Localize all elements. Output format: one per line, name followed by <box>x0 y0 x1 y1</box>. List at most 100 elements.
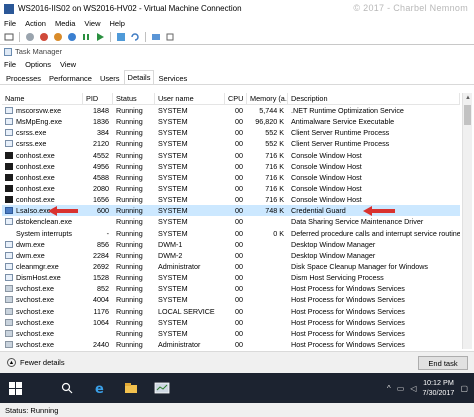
cell-desc: .NET Runtime Optimization Service <box>291 106 404 116</box>
internet-explorer-icon[interactable]: e <box>94 381 108 395</box>
share-icon[interactable] <box>165 32 175 42</box>
process-name: csrss.exe <box>16 139 47 149</box>
search-icon[interactable] <box>60 381 74 395</box>
table-row[interactable]: conhost.exe 4552 Running SYSTEM 00 716 K Conso… <box>2 150 460 161</box>
table-row[interactable]: dwm.exe 856 Running DWM-1 00 Desktop Window M… <box>2 239 460 250</box>
table-row[interactable]: svchost.exe 852 Running SYSTEM 00 Host Proces… <box>2 283 460 294</box>
cell-mem: 0 K <box>273 228 284 238</box>
cell-desc: Client Server Runtime Process <box>291 128 390 138</box>
table-row[interactable]: conhost.exe 2080 Running SYSTEM 00 716 K Conso… <box>2 183 460 194</box>
save-icon[interactable] <box>67 32 77 42</box>
windows-start-icon[interactable] <box>8 381 22 395</box>
vertical-scrollbar[interactable]: ▲ <box>462 93 472 349</box>
tab-users[interactable]: Users <box>96 71 124 84</box>
turn-off-icon[interactable] <box>39 32 49 42</box>
cell-pid: 2080 <box>93 184 109 194</box>
shield-icon <box>5 207 13 215</box>
cell-status: Running <box>116 340 143 350</box>
cell-status: Running <box>116 172 143 182</box>
taskmgr-footer: ▲ Fewer details End task <box>0 351 474 373</box>
cell-cpu: 00 <box>235 150 243 160</box>
table-row[interactable]: dstokenclean.exe Running SYSTEM 00 Data Shar… <box>2 216 460 227</box>
column-header-memory[interactable]: Memory (a... <box>247 93 288 104</box>
table-row[interactable]: MsMpEng.exe 1836 Running SYSTEM 00 96,820 K An… <box>2 116 460 127</box>
checkpoint-icon[interactable] <box>116 32 126 42</box>
cell-desc: Host Process for Windows Services <box>291 306 405 316</box>
cell-pid: 1064 <box>93 317 109 327</box>
table-row[interactable]: svchost.exe Running SYSTEM 00 Host Process f… <box>2 328 460 339</box>
table-row[interactable]: svchost.exe 1176 Running LOCAL SERVICE 00 Hos… <box>2 306 460 317</box>
column-header-name[interactable]: Name <box>2 93 83 104</box>
end-task-button[interactable]: End task <box>418 356 468 370</box>
cell-name: DismHost.exe <box>2 272 83 283</box>
cell-mem: 716 K <box>265 195 284 205</box>
table-row[interactable]: svchost.exe 4004 Running SYSTEM 00 Host Proce… <box>2 294 460 305</box>
column-header-cpu[interactable]: CPU <box>225 93 247 104</box>
scroll-up-icon[interactable]: ▲ <box>463 93 473 103</box>
tm-menu-file[interactable]: File <box>4 60 16 69</box>
table-row[interactable]: mscorsvw.exe 1848 Running SYSTEM 00 5,744 K .N… <box>2 105 460 116</box>
start-icon[interactable] <box>25 32 35 42</box>
tab-performance[interactable]: Performance <box>45 71 96 84</box>
tab-details[interactable]: Details <box>123 70 155 84</box>
menu-media[interactable]: Media <box>55 19 75 28</box>
volume-icon[interactable]: ◁ <box>410 384 416 393</box>
menu-action[interactable]: Action <box>25 19 46 28</box>
column-header-description[interactable]: Description <box>288 93 460 104</box>
table-row[interactable]: csrss.exe 384 Running SYSTEM 00 552 K Client S… <box>2 127 460 138</box>
table-row[interactable]: conhost.exe 1656 Running SYSTEM 00 716 K Conso… <box>2 194 460 205</box>
cell-status: Running <box>116 284 143 294</box>
task-manager-taskbar-icon[interactable] <box>153 381 171 395</box>
reset-icon[interactable] <box>95 32 105 42</box>
clock[interactable]: 10:12 PM 7/30/2017 <box>422 378 454 398</box>
cell-user: DWM-1 <box>158 239 183 249</box>
tab-processes[interactable]: Processes <box>2 71 45 84</box>
pause-icon[interactable] <box>81 32 91 42</box>
menu-help[interactable]: Help <box>110 19 125 28</box>
details-table: Name PID Status User name CPU Memory (a.… <box>2 93 460 350</box>
enhanced-session-icon[interactable] <box>151 32 161 42</box>
process-icon <box>5 218 13 226</box>
table-row[interactable]: dwm.exe 2284 Running DWM-2 00 Desktop Window … <box>2 250 460 261</box>
cell-status: Running <box>116 195 143 205</box>
process-name: conhost.exe <box>16 184 55 194</box>
annotation-arrow-left <box>48 205 79 216</box>
column-header-status[interactable]: Status <box>113 93 155 104</box>
menu-file[interactable]: File <box>4 19 16 28</box>
tm-menu-options[interactable]: Options <box>25 60 51 69</box>
table-row[interactable]: conhost.exe 4956 Running SYSTEM 00 716 K Conso… <box>2 161 460 172</box>
shutdown-icon[interactable] <box>53 32 63 42</box>
ctrl-alt-del-icon[interactable] <box>4 32 14 42</box>
cell-user: SYSTEM <box>158 206 188 216</box>
menu-view[interactable]: View <box>84 19 100 28</box>
table-row[interactable]: svchost.exe 2440 Running Administrator 00 Hos… <box>2 339 460 350</box>
notifications-icon[interactable]: ▢ <box>460 384 468 393</box>
column-header-pid[interactable]: PID <box>83 93 113 104</box>
table-row[interactable]: conhost.exe 4588 Running SYSTEM 00 716 K Conso… <box>2 172 460 183</box>
network-icon[interactable]: ▭ <box>397 384 405 393</box>
gear-icon <box>5 296 13 304</box>
tab-services[interactable]: Services <box>154 71 191 84</box>
cell-cpu: 00 <box>235 284 243 294</box>
fewer-details-link[interactable]: ▲ Fewer details <box>7 358 65 367</box>
cell-status: Running <box>116 317 143 327</box>
cell-desc: Console Window Host <box>291 150 362 160</box>
cell-status: Running <box>116 206 143 216</box>
table-row[interactable]: csrss.exe 2120 Running SYSTEM 00 552 K Client … <box>2 138 460 149</box>
tm-menu-view[interactable]: View <box>60 60 76 69</box>
chevron-up-icon[interactable]: ^ <box>387 384 391 393</box>
table-row[interactable]: svchost.exe 1064 Running SYSTEM 00 Host Proce… <box>2 317 460 328</box>
cell-pid: 2440 <box>93 340 109 350</box>
revert-icon[interactable] <box>130 32 140 42</box>
cell-user: SYSTEM <box>158 217 188 227</box>
table-row[interactable]: cleanmgr.exe 2692 Running Administrator 00 Di… <box>2 261 460 272</box>
column-header-user-name[interactable]: User name <box>155 93 225 104</box>
cell-cpu: 00 <box>235 306 243 316</box>
table-row[interactable]: DismHost.exe 1528 Running SYSTEM 00 Dism Host… <box>2 272 460 283</box>
file-explorer-icon[interactable] <box>124 381 138 395</box>
cell-user: DWM-2 <box>158 250 183 260</box>
gear-icon <box>5 285 13 293</box>
table-row[interactable]: System interrupts - Running SYSTEM 00 0 K Defe… <box>2 228 460 239</box>
cell-user: SYSTEM <box>158 328 188 338</box>
scroll-thumb[interactable] <box>464 105 471 125</box>
